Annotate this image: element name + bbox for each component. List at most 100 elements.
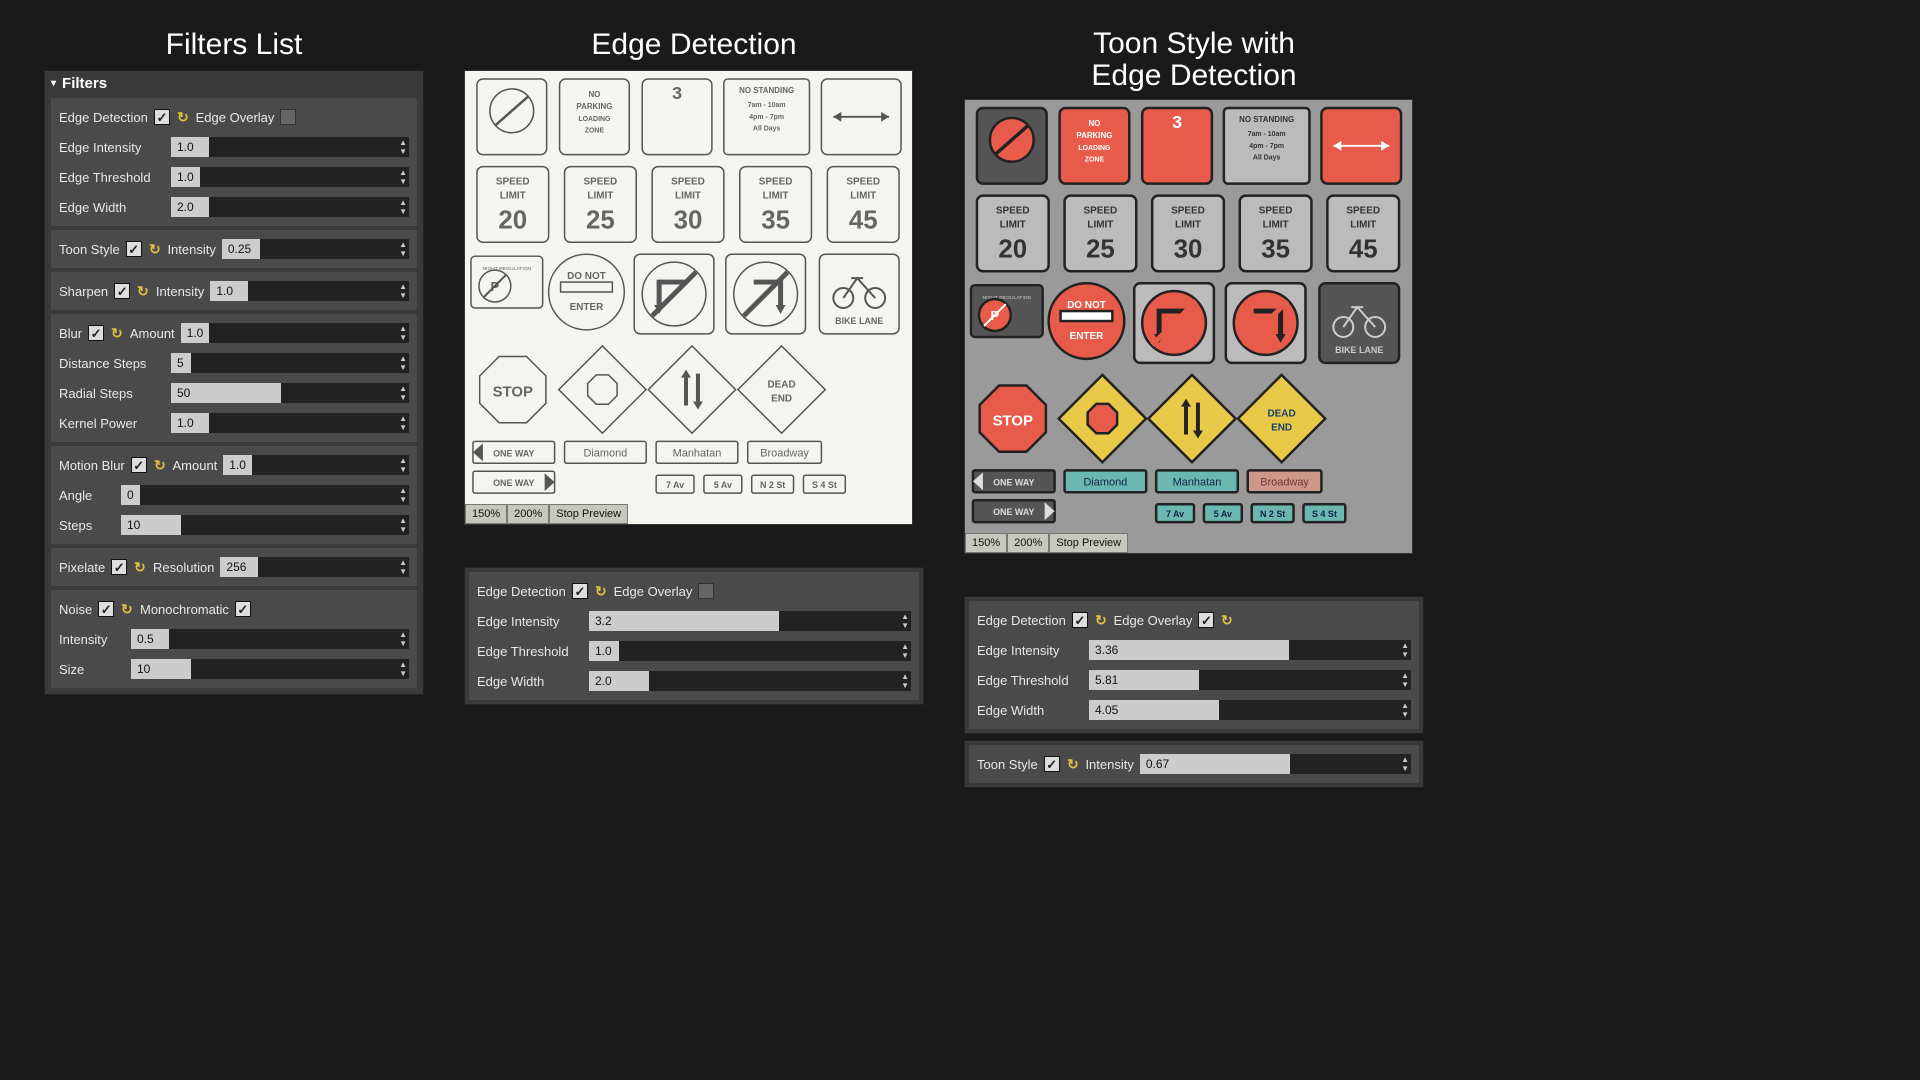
svg-text:ZONE: ZONE	[1085, 157, 1105, 164]
reset-icon[interactable]: ↺	[594, 583, 608, 600]
zoom-150-button[interactable]: 150%	[465, 504, 507, 524]
check-edge-detection[interactable]	[1072, 612, 1088, 628]
value-toon-intensity: 0.67	[1140, 754, 1290, 774]
group-blur: Blur ↺ Amount 1.0 ▲▼ Distance Steps 5 ▲▼	[51, 314, 417, 442]
reset-icon[interactable]: ↺	[148, 241, 162, 258]
svg-text:LIMIT: LIMIT	[1263, 219, 1289, 230]
slider-edge-threshold[interactable]: 5.81 ▲▼	[1089, 670, 1411, 690]
slider-edge-width[interactable]: 4.05 ▲▼	[1089, 700, 1411, 720]
svg-text:4pm - 7pm: 4pm - 7pm	[1249, 143, 1284, 150]
slider-edge-width[interactable]: 2.0 ▲▼	[171, 197, 409, 217]
svg-text:45: 45	[849, 206, 878, 234]
slider-steps[interactable]: 10 ▲▼	[121, 515, 409, 535]
check-edge-overlay[interactable]	[280, 109, 296, 125]
check-pixelate[interactable]	[111, 559, 127, 575]
svg-text:NO STANDING: NO STANDING	[1239, 115, 1294, 124]
reset-icon[interactable]: ↺	[120, 601, 134, 618]
slider-toon-intensity[interactable]: 0.67 ▲▼	[1140, 754, 1411, 774]
slider-edge-threshold[interactable]: 1.0 ▲▼	[589, 641, 911, 661]
slider-noise-intensity[interactable]: 0.5 ▲▼	[131, 629, 409, 649]
svg-text:SPEED: SPEED	[584, 177, 618, 188]
zoom-150-button[interactable]: 150%	[965, 533, 1007, 553]
svg-text:NO STANDING: NO STANDING	[739, 86, 794, 95]
svg-text:7am - 10am: 7am - 10am	[1248, 131, 1286, 138]
value-blur-amount: 1.0	[181, 323, 210, 343]
label-resolution: Resolution	[153, 560, 214, 575]
check-monochromatic[interactable]	[235, 601, 251, 617]
reset-icon[interactable]: ↺	[110, 325, 124, 342]
svg-text:4pm - 7pm: 4pm - 7pm	[749, 114, 784, 121]
filters-header[interactable]: ▾ Filters	[47, 73, 421, 94]
slider-edge-width[interactable]: 2.0 ▲▼	[589, 671, 911, 691]
check-toon-style[interactable]	[126, 241, 142, 257]
svg-text:35: 35	[1261, 235, 1290, 263]
svg-text:SPEED: SPEED	[1346, 206, 1380, 217]
value-edge-intensity: 1.0	[171, 137, 209, 157]
check-motion-blur[interactable]	[131, 457, 147, 473]
svg-text:Diamond: Diamond	[583, 447, 627, 459]
slider-resolution[interactable]: 256 ▲▼	[220, 557, 409, 577]
slider-mblur-amount[interactable]: 1.0 ▲▼	[223, 455, 409, 475]
value-kernel-power: 1.0	[171, 413, 209, 433]
svg-text:7 Av: 7 Av	[1166, 509, 1184, 519]
reset-icon[interactable]: ↺	[1094, 612, 1108, 629]
group-motion-blur: Motion Blur ↺ Amount 1.0 ▲▼ Angle 0 ▲▼	[51, 446, 417, 544]
value-toon-intensity: 0.25	[222, 239, 260, 259]
zoom-200-button[interactable]: 200%	[507, 504, 549, 524]
label-monochromatic: Monochromatic	[140, 602, 229, 617]
slider-noise-size[interactable]: 10 ▲▼	[131, 659, 409, 679]
value-angle: 0	[121, 485, 140, 505]
reset-icon[interactable]: ↺	[133, 559, 147, 576]
collapse-icon: ▾	[51, 78, 56, 89]
check-edge-overlay[interactable]	[698, 583, 714, 599]
slider-edge-intensity[interactable]: 1.0 ▲▼	[171, 137, 409, 157]
slider-angle[interactable]: 0 ▲▼	[121, 485, 409, 505]
value-edge-threshold: 1.0	[171, 167, 200, 187]
slider-distance-steps[interactable]: 5 ▲▼	[171, 353, 409, 373]
check-blur[interactable]	[88, 325, 104, 341]
label-edge-intensity: Edge Intensity	[59, 140, 165, 155]
label-noise: Noise	[59, 602, 92, 617]
value-sharpen-intensity: 1.0	[210, 281, 248, 301]
check-edge-overlay[interactable]	[1198, 612, 1214, 628]
check-edge-detection[interactable]	[572, 583, 588, 599]
svg-text:N 2 St: N 2 St	[760, 480, 785, 490]
stop-preview-button[interactable]: Stop Preview	[1049, 533, 1128, 553]
label-edge-threshold: Edge Threshold	[59, 170, 165, 185]
svg-text:LIMIT: LIMIT	[763, 190, 789, 201]
stop-preview-button[interactable]: Stop Preview	[549, 504, 628, 524]
slider-blur-amount[interactable]: 1.0 ▲▼	[181, 323, 409, 343]
label-sharpen: Sharpen	[59, 284, 108, 299]
svg-text:ENTER: ENTER	[1070, 331, 1104, 342]
slider-kernel-power[interactable]: 1.0 ▲▼	[171, 413, 409, 433]
slider-sharpen-intensity[interactable]: 1.0 ▲▼	[210, 281, 409, 301]
slider-toon-intensity[interactable]: 0.25 ▲▼	[222, 239, 409, 259]
value-edge-intensity: 3.2	[589, 611, 779, 631]
check-noise[interactable]	[98, 601, 114, 617]
slider-edge-intensity[interactable]: 3.2 ▲▼	[589, 611, 911, 631]
reset-icon[interactable]: ↺	[1066, 756, 1080, 773]
value-steps: 10	[121, 515, 181, 535]
slider-radial-steps[interactable]: 50 ▲▼	[171, 383, 409, 403]
svg-text:SPEED: SPEED	[1259, 206, 1293, 217]
slider-edge-threshold[interactable]: 1.0 ▲▼	[171, 167, 409, 187]
svg-text:5 Av: 5 Av	[1214, 509, 1232, 519]
svg-text:7am - 10am: 7am - 10am	[748, 102, 786, 109]
svg-text:7 Av: 7 Av	[666, 480, 684, 490]
reset-icon[interactable]: ↺	[136, 283, 150, 300]
svg-text:ONE WAY: ONE WAY	[993, 477, 1034, 487]
check-toon-style[interactable]	[1044, 756, 1060, 772]
slider-edge-intensity[interactable]: 3.36 ▲▼	[1089, 640, 1411, 660]
reset-icon[interactable]: ↺	[176, 109, 190, 126]
right-toon-panel: Toon Style ↺ Intensity 0.67 ▲▼	[964, 740, 1424, 788]
svg-text:20: 20	[498, 206, 527, 234]
label-intensity: Intensity	[167, 242, 215, 257]
reset-icon[interactable]: ↺	[153, 457, 167, 474]
zoom-200-button[interactable]: 200%	[1007, 533, 1049, 553]
svg-text:END: END	[771, 394, 792, 405]
check-sharpen[interactable]	[114, 283, 130, 299]
value-edge-width: 4.05	[1089, 700, 1219, 720]
check-edge-detection[interactable]	[154, 109, 170, 125]
label-amount: Amount	[130, 326, 175, 341]
reset-icon[interactable]: ↺	[1220, 612, 1234, 629]
